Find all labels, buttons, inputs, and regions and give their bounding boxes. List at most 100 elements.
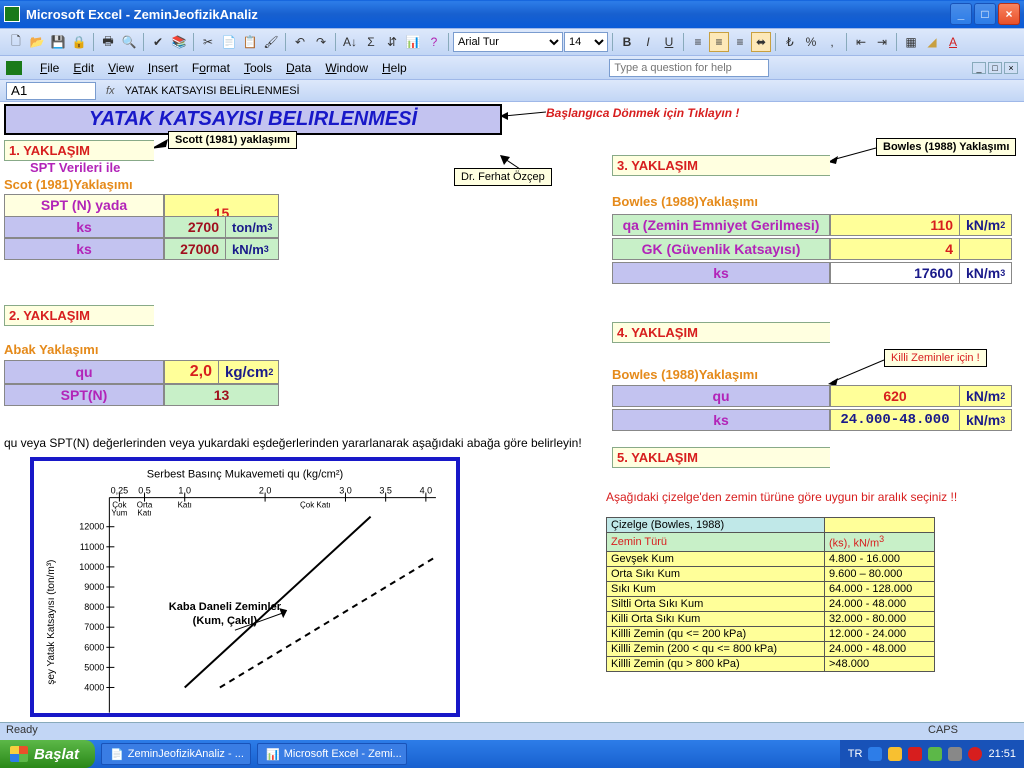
tray-lang[interactable]: TR [848, 748, 863, 760]
workbook-icon[interactable] [6, 61, 22, 75]
name-box[interactable] [6, 82, 96, 100]
research-icon[interactable]: 📚 [169, 32, 189, 52]
sort-asc-icon[interactable]: A↓ [340, 32, 360, 52]
menu-tools[interactable]: Tools [244, 61, 272, 75]
sum-icon[interactable]: Σ [361, 32, 381, 52]
undo-icon[interactable]: ↶ [290, 32, 310, 52]
taskbar-item-2[interactable]: 📊 Microsoft Excel - Zemi... [257, 743, 407, 765]
svg-text:şey Yatak Katsayısı (ton/m³): şey Yatak Katsayısı (ton/m³) [46, 560, 57, 685]
qa-value[interactable]: 110 [830, 214, 960, 236]
callout-author: Dr. Ferhat Özçep [454, 168, 552, 186]
sort-d-icon[interactable]: ⇵ [382, 32, 402, 52]
menu-edit[interactable]: Edit [73, 61, 94, 75]
spell-icon[interactable]: ✔ [148, 32, 168, 52]
preview-icon[interactable]: 🔍 [119, 32, 139, 52]
print-icon[interactable]: 🖶 [98, 32, 118, 52]
bowles-subheader-3: Bowles (1988)Yaklaşımı [612, 194, 758, 209]
fill-color-icon[interactable]: ◢ [922, 32, 942, 52]
indent-dec-icon[interactable]: ⇤ [851, 32, 871, 52]
qu2-label: qu [612, 385, 830, 407]
standard-toolbar: 🗋 📂 💾 🔒 🖶 🔍 ✔ 📚 ✂ 📄 📋 🖌 ↶ ↷ A↓ Σ ⇵ 📊 ? A… [0, 28, 1024, 56]
menu-window[interactable]: Window [325, 61, 368, 75]
window-controls: _ □ × [950, 3, 1020, 25]
qu2-unit: kN/m2 [960, 385, 1012, 407]
worksheet[interactable]: YATAK KATSAYISI BELIRLENMESİ Başlangıca … [0, 102, 1024, 725]
ks4-value: 24.000-48.000 [830, 409, 960, 431]
bowles-table: Çizelge (Bowles, 1988) Zemin Türü (ks), … [606, 517, 935, 672]
gk-value[interactable]: 4 [830, 238, 960, 260]
sptn-value: 13 [164, 384, 279, 406]
menu-insert[interactable]: Insert [148, 61, 178, 75]
qu-value[interactable]: 2,0 [164, 360, 219, 384]
svg-text:Yum: Yum [111, 509, 127, 518]
callout-killi: Killi Zeminler için ! [884, 349, 987, 367]
currency-icon[interactable]: ₺ [780, 32, 800, 52]
permission-icon[interactable]: 🔒 [69, 32, 89, 52]
menu-data[interactable]: Data [286, 61, 311, 75]
bold-button[interactable]: B [617, 32, 637, 52]
tray-icon[interactable] [968, 747, 982, 761]
ks3-unit: kN/m3 [960, 262, 1012, 284]
doc-close-button[interactable]: × [1004, 62, 1018, 74]
cut-icon[interactable]: ✂ [198, 32, 218, 52]
paste-icon[interactable]: 📋 [240, 32, 260, 52]
minimize-button[interactable]: _ [950, 3, 972, 25]
qu-label: qu [4, 360, 164, 384]
tray-icon[interactable] [868, 747, 882, 761]
spt-subheader: SPT Verileri ile [30, 160, 120, 175]
underline-button[interactable]: U [659, 32, 679, 52]
approach2-header: 2. YAKLAŞIM [4, 305, 154, 326]
start-button[interactable]: Başlat [0, 740, 95, 768]
help-icon[interactable]: ? [424, 32, 444, 52]
doc-restore-button[interactable]: □ [988, 62, 1002, 74]
doc-min-button[interactable]: _ [972, 62, 986, 74]
tray-icon[interactable] [948, 747, 962, 761]
close-button[interactable]: × [998, 3, 1020, 25]
font-color-icon[interactable]: A [943, 32, 963, 52]
approach1-header: 1. YAKLAŞIM [4, 140, 154, 161]
system-tray[interactable]: TR 21:51 [840, 740, 1024, 768]
status-bar: Ready CAPS [0, 722, 1024, 740]
font-name-select[interactable]: Arial Tur [453, 32, 563, 52]
ks1-label: ks [4, 216, 164, 238]
menu-view[interactable]: View [108, 61, 134, 75]
qu2-value[interactable]: 620 [830, 385, 960, 407]
menu-format[interactable]: Format [192, 61, 230, 75]
format-painter-icon[interactable]: 🖌 [261, 32, 281, 52]
font-size-select[interactable]: 14 [564, 32, 608, 52]
align-right-icon[interactable]: ≡ [730, 32, 750, 52]
approach5-header: 5. YAKLAŞIM [612, 447, 830, 468]
menu-help[interactable]: Help [382, 61, 407, 75]
comma-icon[interactable]: , [822, 32, 842, 52]
formula-text[interactable]: YATAK KATSAYISI BELİRLENMESİ [125, 85, 1018, 97]
redo-icon[interactable]: ↷ [311, 32, 331, 52]
percent-icon[interactable]: % [801, 32, 821, 52]
maximize-button[interactable]: □ [974, 3, 996, 25]
align-center-icon[interactable]: ≡ [709, 32, 729, 52]
tray-icon[interactable] [888, 747, 902, 761]
chart-icon[interactable]: 📊 [403, 32, 423, 52]
align-left-icon[interactable]: ≡ [688, 32, 708, 52]
indent-inc-icon[interactable]: ⇥ [872, 32, 892, 52]
ks3-label: ks [612, 262, 830, 284]
menu-file[interactable]: File [40, 61, 59, 75]
tray-icon[interactable] [928, 747, 942, 761]
qa-unit: kN/m2 [960, 214, 1012, 236]
open-icon[interactable]: 📂 [27, 32, 47, 52]
save-icon[interactable]: 💾 [48, 32, 68, 52]
taskbar-item-1[interactable]: 📄 ZeminJeofizikAnaliz - ... [101, 743, 251, 765]
start-link[interactable]: Başlangıca Dönmek için Tıklayın ! [546, 106, 739, 120]
italic-button[interactable]: I [638, 32, 658, 52]
fx-label[interactable]: fx [106, 85, 115, 97]
merge-icon[interactable]: ⬌ [751, 32, 771, 52]
tray-icon[interactable] [908, 747, 922, 761]
tray-clock[interactable]: 21:51 [988, 748, 1016, 760]
copy-icon[interactable]: 📄 [219, 32, 239, 52]
help-search-input[interactable] [609, 59, 769, 77]
new-icon[interactable]: 🗋 [6, 32, 26, 52]
svg-text:Serbest Basınç Mukavemeti qu (: Serbest Basınç Mukavemeti qu (kg/cm²) [147, 468, 343, 480]
callout-scott: Scott (1981) yaklaşımı [168, 131, 297, 149]
borders-icon[interactable]: ▦ [901, 32, 921, 52]
svg-text:8000: 8000 [84, 602, 104, 612]
svg-text:6000: 6000 [84, 642, 104, 652]
